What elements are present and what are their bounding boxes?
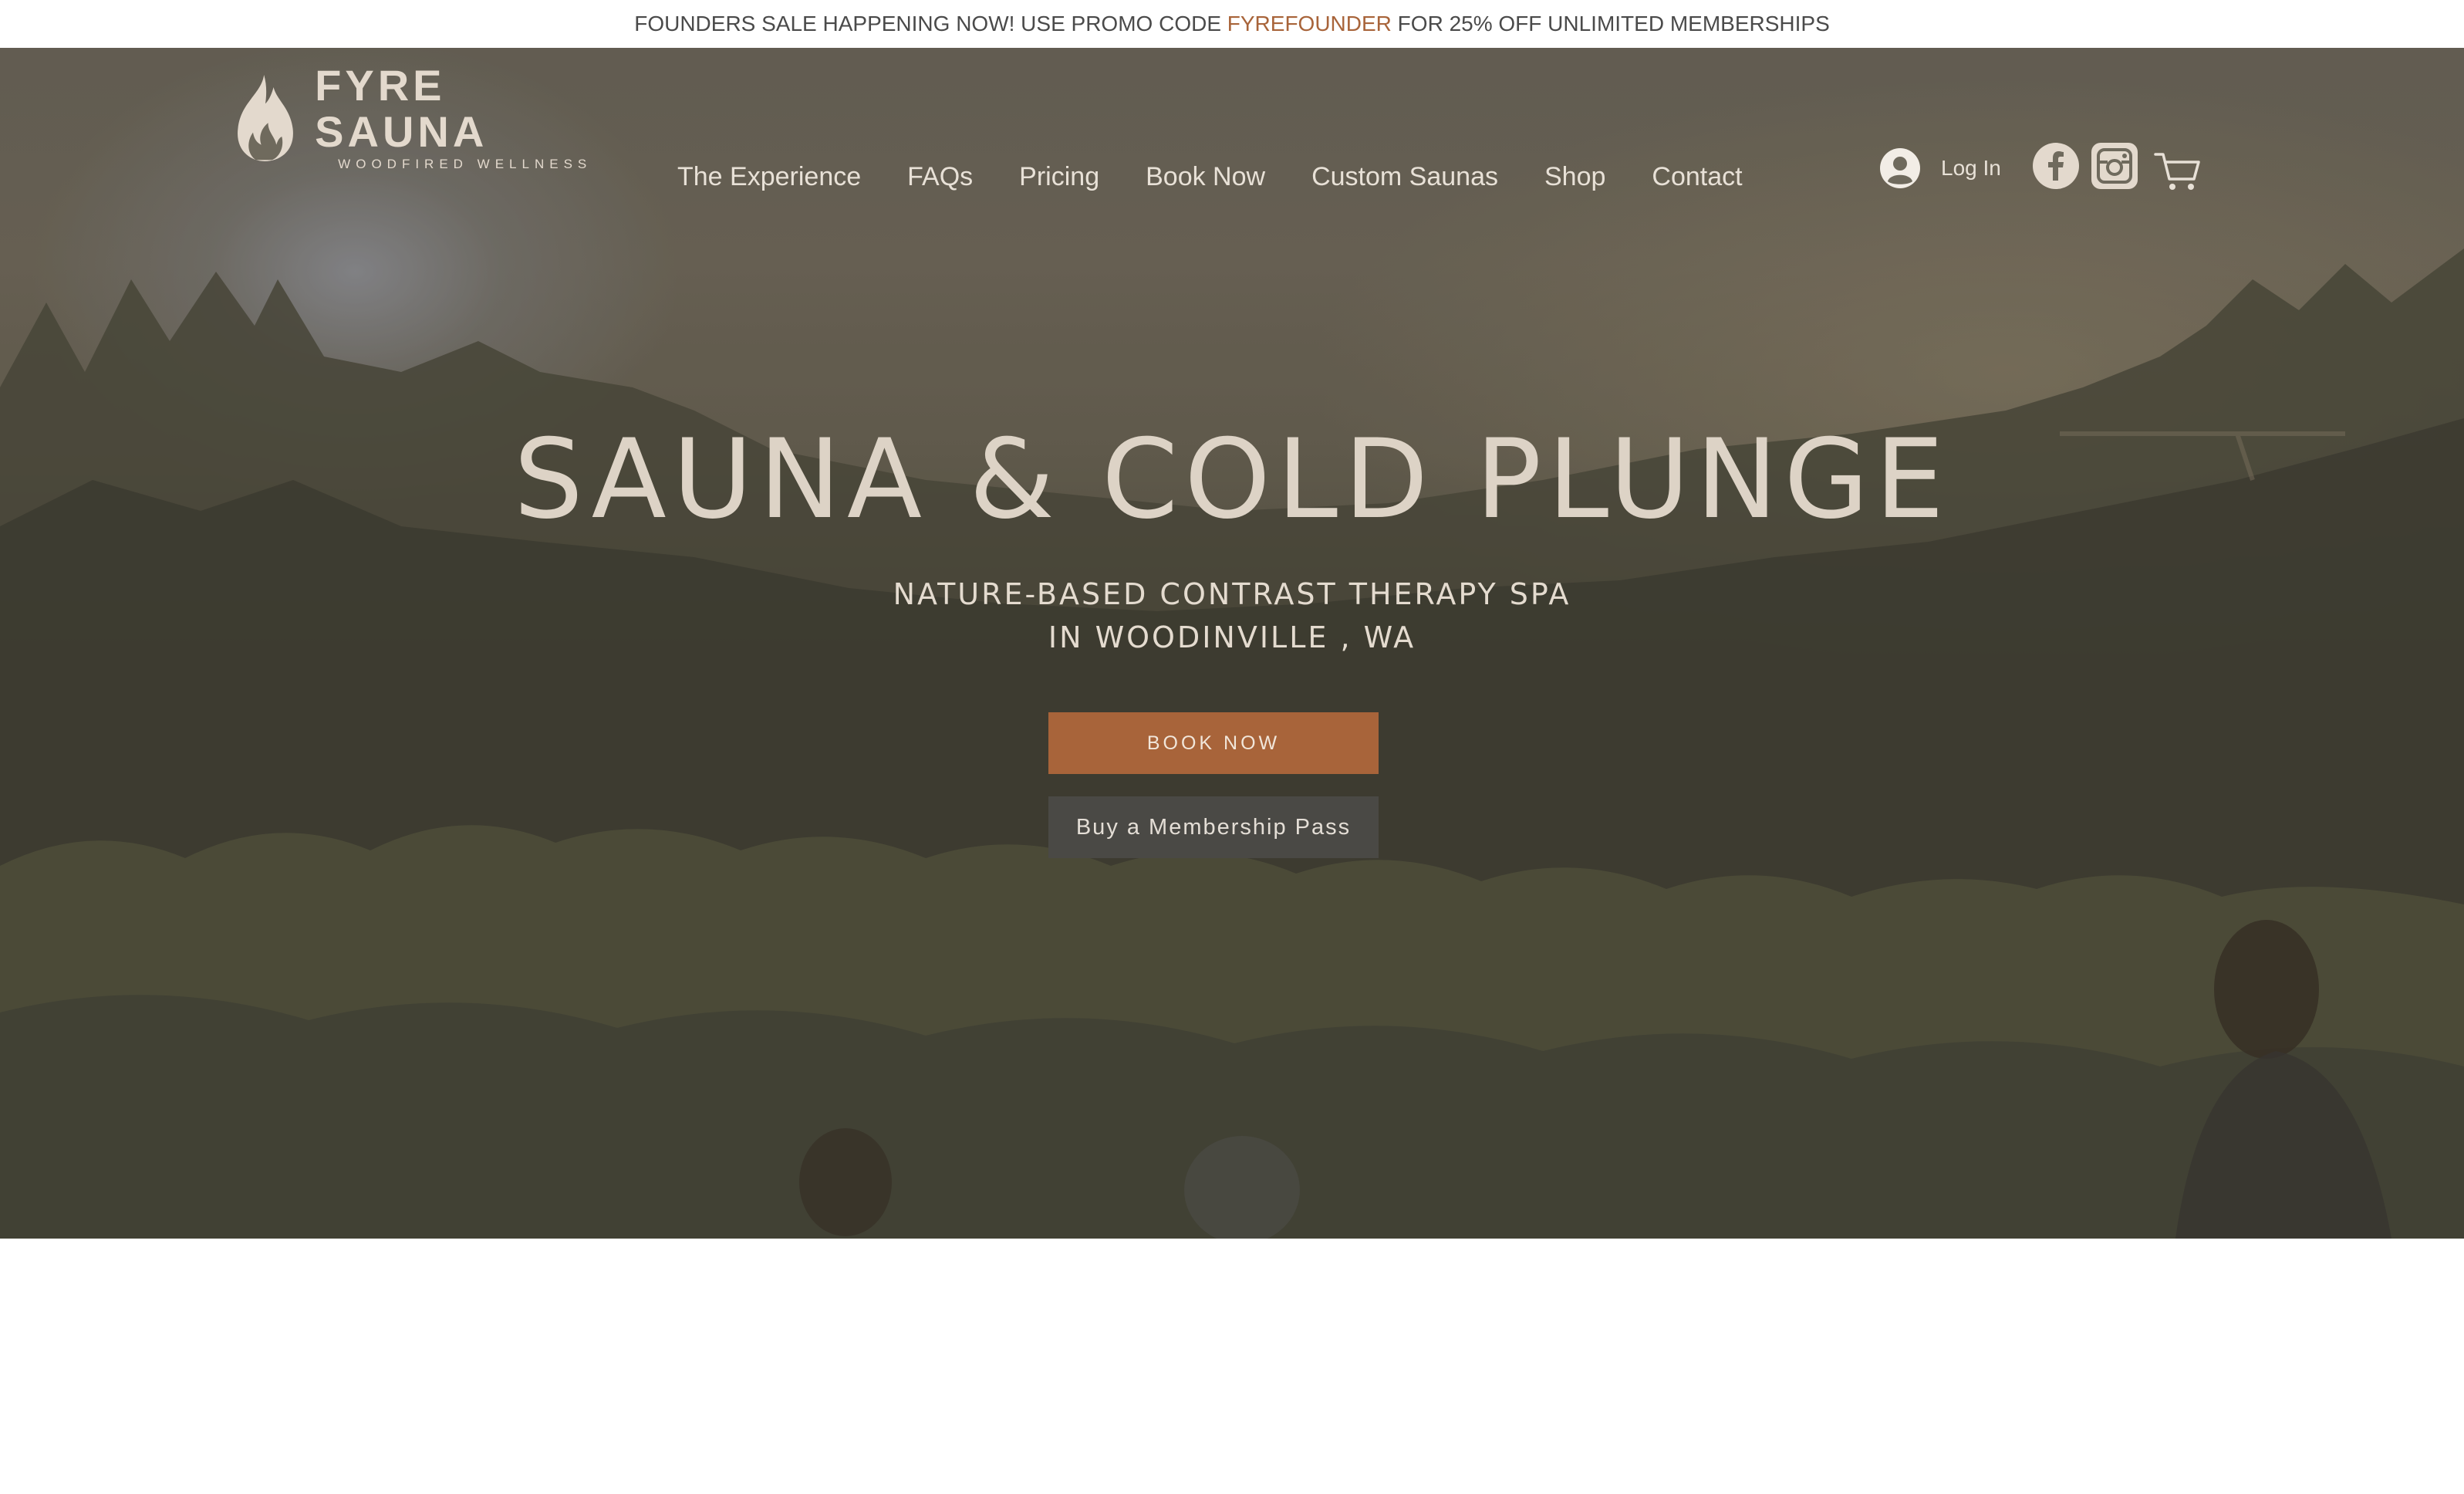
- hero-subline-1: NATURE-BASED CONTRAST THERAPY SPA: [893, 577, 1571, 611]
- nav-item-book-now[interactable]: Book Now: [1122, 157, 1288, 196]
- user-avatar-icon: [1880, 148, 1920, 188]
- nav-item-custom-saunas[interactable]: Custom Saunas: [1288, 157, 1521, 196]
- login-label: Log In: [1941, 156, 2001, 180]
- promo-code: FYREFOUNDER: [1227, 12, 1392, 35]
- flame-logo-icon: [238, 75, 293, 161]
- cart-icon[interactable]: [2154, 150, 2200, 193]
- nav-item-pricing[interactable]: Pricing: [996, 157, 1122, 196]
- promo-text-before: FOUNDERS SALE HAPPENING NOW! USE PROMO C…: [634, 12, 1227, 35]
- hero-subline-2: IN WOODINVILLE , WA: [1048, 620, 1416, 654]
- promo-banner: FOUNDERS SALE HAPPENING NOW! USE PROMO C…: [0, 0, 2464, 48]
- book-now-button[interactable]: BOOK NOW: [1048, 712, 1379, 774]
- brand-name: FYRE SAUNA: [315, 61, 488, 156]
- nav-item-faqs[interactable]: FAQs: [884, 157, 996, 196]
- main-nav: The Experience FAQs Pricing Book Now Cus…: [654, 157, 1766, 196]
- promo-text-after: FOR 25% OFF UNLIMITED MEMBERSHIPS: [1391, 12, 1830, 35]
- login-button[interactable]: Log In: [1879, 145, 2001, 191]
- nav-item-contact[interactable]: Contact: [1629, 157, 1765, 196]
- buy-membership-button[interactable]: Buy a Membership Pass: [1048, 796, 1379, 858]
- site-logo[interactable]: FYRE SAUNA WOODFIRED WELLNESS: [228, 63, 599, 171]
- instagram-icon[interactable]: [2091, 142, 2138, 190]
- nav-item-the-experience[interactable]: The Experience: [654, 157, 884, 196]
- hero-headline: SAUNA & COLD PLUNGE: [513, 416, 1951, 543]
- hero-section: FYRE SAUNA WOODFIRED WELLNESS The Experi…: [0, 48, 2464, 1239]
- facebook-icon[interactable]: [2032, 142, 2080, 190]
- nav-item-shop[interactable]: Shop: [1521, 157, 1629, 196]
- brand-tagline: WOODFIRED WELLNESS: [338, 157, 592, 171]
